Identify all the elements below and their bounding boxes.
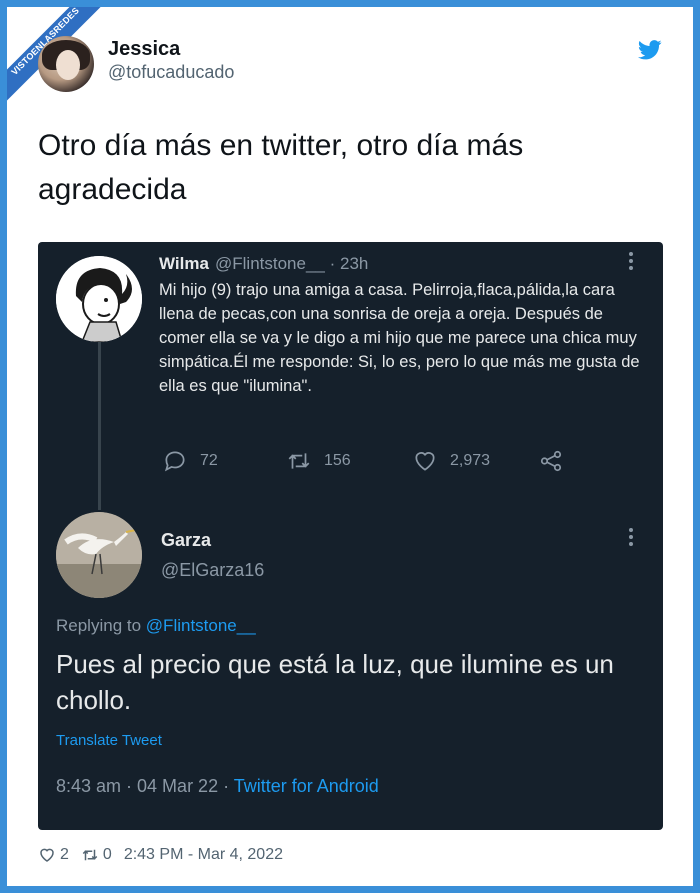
wilma-tweet-text: Mi hijo (9) trajo una amiga a casa. Peli… xyxy=(159,281,640,395)
retweet-action: 156 xyxy=(286,448,351,474)
retweet-icon[interactable] xyxy=(81,846,99,864)
more-options-icon xyxy=(628,252,634,274)
wilma-actions: 72 156 2,973 xyxy=(162,448,582,474)
replying-to: Replying to @Flintstone__ xyxy=(56,616,256,636)
like-action: 2,973 xyxy=(412,448,490,474)
share-icon xyxy=(540,450,562,472)
heart-icon xyxy=(415,452,435,471)
garza-avatar xyxy=(56,512,142,598)
more-options-icon xyxy=(628,528,634,550)
translate-tweet-link: Translate Tweet xyxy=(56,732,162,749)
garza-name: Garza xyxy=(161,530,212,550)
tweet-footer: 2 0 2:43 PM - Mar 4, 2022 xyxy=(38,845,283,865)
wilma-handle-time: @Flintstone__ · 23h xyxy=(215,254,368,274)
replying-mention: @Flintstone__ xyxy=(145,616,256,635)
like-count: 2 xyxy=(60,846,69,863)
wilma-handle: @Flintstone__ xyxy=(215,254,325,273)
garza-timestamp: 8:43 am · 04 Mar 22 · Twitter for Androi… xyxy=(56,776,379,797)
garza-time: 8:43 am · 04 Mar 22 · xyxy=(56,776,234,796)
wilma-avatar xyxy=(56,256,142,342)
wilma-time: · 23h xyxy=(329,254,369,273)
twitter-bird-icon[interactable] xyxy=(638,40,662,60)
tweet-timestamp[interactable]: 2:43 PM - Mar 4, 2022 xyxy=(124,846,283,864)
retweet-count: 156 xyxy=(324,452,351,469)
replying-prefix: Replying to xyxy=(56,616,142,635)
retweet-count: 0 xyxy=(102,846,112,863)
reply-action: 72 xyxy=(162,448,218,474)
embedded-screenshot: Wilma @Flintstone__ · 23h Mi hijo (9) tr… xyxy=(38,242,663,830)
garza-handle: @ElGarza16 xyxy=(161,560,265,580)
thread-line xyxy=(98,342,101,510)
garza-tweet-text: Pues al precio que está la luz, que ilum… xyxy=(56,649,614,715)
heart-icon[interactable] xyxy=(38,846,56,864)
author-avatar[interactable] xyxy=(38,36,94,92)
reply-count: 72 xyxy=(200,452,218,469)
share-action xyxy=(538,448,564,474)
author-handle[interactable]: @tofucaducado xyxy=(108,62,234,83)
tweet-text: Otro día más en twitter, otro día más ag… xyxy=(38,129,524,206)
like-count: 2,973 xyxy=(450,452,491,469)
author-name[interactable]: Jessica xyxy=(108,38,180,61)
garza-source: Twitter for Android xyxy=(233,776,379,796)
wilma-name: Wilma xyxy=(159,254,209,273)
retweet-icon xyxy=(288,453,310,469)
reply-icon xyxy=(164,451,185,472)
